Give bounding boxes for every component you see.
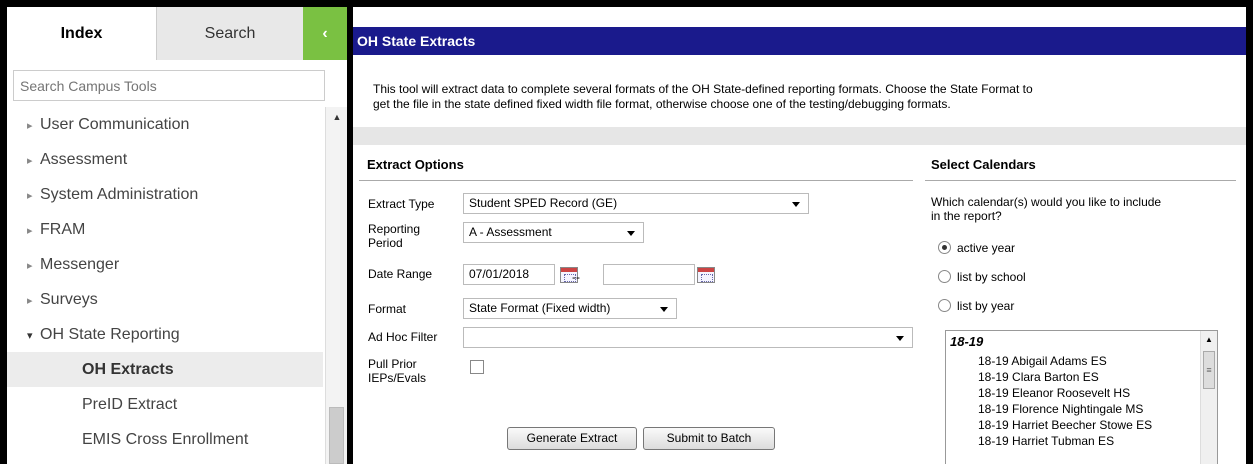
section-divider <box>353 127 1246 145</box>
calendar-list-item[interactable]: 18-19 Florence Nightingale MS <box>978 402 1143 416</box>
extract-type-select[interactable]: Student SPED Record (GE) <box>463 193 809 214</box>
sidebar-tabs: Index Search ‹ <box>7 7 347 60</box>
reporting-period-label: Reporting Period <box>368 222 420 250</box>
chevron-down-icon: ▾ <box>27 330 33 342</box>
sidebar-item-oh-state-reporting[interactable]: ▾ OH State Reporting <box>7 317 323 352</box>
radio-label: list by school <box>957 270 1026 284</box>
sidebar-item-fram[interactable]: ▸ FRAM <box>7 212 323 247</box>
question-line: Which calendar(s) would you like to incl… <box>931 195 1162 209</box>
listbox-scrollbar[interactable]: ▲ ≡ <box>1200 331 1217 464</box>
radio-label: active year <box>957 241 1016 255</box>
sidebar-item-label: OH State Reporting <box>40 326 180 343</box>
calendar-icon[interactable] <box>697 267 715 283</box>
radio-list-by-year[interactable]: list by year <box>938 298 1014 314</box>
calendar-list-item[interactable]: 18-19 Eleanor Roosevelt HS <box>978 386 1130 400</box>
date-start-input[interactable]: 07/01/2018 <box>463 264 555 285</box>
date-end-input[interactable] <box>603 264 695 285</box>
sidebar-item-system-administration[interactable]: ▸ System Administration <box>7 177 323 212</box>
calendar-list-item[interactable]: 18-19 Harriet Beecher Stowe ES <box>978 418 1152 432</box>
sidebar-item-label: User Communication <box>40 116 190 133</box>
chevron-down-icon <box>896 336 904 341</box>
tab-search[interactable]: Search <box>157 7 303 60</box>
sidebar-scrollbar[interactable]: ▲ <box>325 107 347 464</box>
sidebar-item-label: System Administration <box>40 186 199 203</box>
ad-hoc-filter-select[interactable] <box>463 327 913 348</box>
radio-unselected-icon[interactable] <box>938 270 951 283</box>
chevron-right-icon: ▸ <box>27 295 33 307</box>
question-line: in the report? <box>931 209 1002 223</box>
divider <box>359 180 913 181</box>
calendar-list-item[interactable]: 18-19 Abigail Adams ES <box>978 354 1107 368</box>
pull-prior-label: Pull Prior IEPs/Evals <box>368 357 426 385</box>
scroll-up-icon[interactable]: ▲ <box>326 107 347 127</box>
scroll-up-icon[interactable]: ▲ <box>1201 331 1217 349</box>
chevron-down-icon <box>627 231 635 236</box>
chevron-down-icon <box>792 202 800 207</box>
chevron-right-icon: ▸ <box>27 120 33 132</box>
extract-type-label: Extract Type <box>368 197 435 211</box>
scroll-thumb[interactable]: ≡ <box>1203 351 1215 389</box>
radio-unselected-icon[interactable] <box>938 299 951 312</box>
radio-list-by-school[interactable]: list by school <box>938 269 1026 285</box>
format-select[interactable]: State Format (Fixed width) <box>463 298 677 319</box>
extract-options-title: Extract Options <box>367 157 464 172</box>
scroll-thumb[interactable] <box>329 407 344 464</box>
calendar-list-item[interactable]: 18-19 Clara Barton ES <box>978 370 1099 384</box>
submit-to-batch-button[interactable]: Submit to Batch <box>643 427 775 450</box>
label-line: Period <box>368 236 403 250</box>
search-campus-tools-input[interactable] <box>13 70 325 101</box>
sidebar-subitem-emis-cross-enrollment[interactable]: EMIS Cross Enrollment <box>7 422 323 457</box>
chevron-right-icon: ▸ <box>27 155 33 167</box>
chevron-right-icon: ▸ <box>27 190 33 202</box>
divider <box>925 180 1236 181</box>
extract-type-value: Student SPED Record (GE) <box>469 196 618 210</box>
sidebar-nav: ▸ User Communication ▸ Assessment ▸ System … <box>7 107 323 457</box>
sidebar-item-label: Assessment <box>40 151 128 168</box>
description-line: This tool will extract data to complete … <box>373 82 1033 96</box>
sidebar: Index Search ‹ ▸ User Communication ▸ Asse… <box>7 7 347 464</box>
calendar-listbox[interactable]: 18-19 18-19 Abigail Adams ES 18-19 Clara… <box>945 330 1218 464</box>
sidebar-item-assessment[interactable]: ▸ Assessment <box>7 142 323 177</box>
chevron-down-icon <box>660 307 668 312</box>
label-line: Pull Prior <box>368 357 417 371</box>
select-calendars-title: Select Calendars <box>931 157 1036 172</box>
sidebar-item-messenger[interactable]: ▸ Messenger <box>7 247 323 282</box>
collapse-sidebar-button[interactable]: ‹ <box>303 7 347 60</box>
ad-hoc-filter-label: Ad Hoc Filter <box>368 330 438 344</box>
calendar-question: Which calendar(s) would you like to incl… <box>931 195 1231 223</box>
format-label: Format <box>368 302 407 316</box>
sidebar-subitem-oh-extracts[interactable]: OH Extracts <box>7 352 323 387</box>
sidebar-item-user-communication[interactable]: ▸ User Communication <box>7 107 323 142</box>
sidebar-item-surveys[interactable]: ▸ Surveys <box>7 282 323 317</box>
calendar-year-group: 18-19 <box>950 334 984 349</box>
main-panel: OH State Extracts This tool will extract… <box>353 7 1246 464</box>
chevron-left-icon: ‹ <box>322 25 328 42</box>
calendar-list-item[interactable]: 18-19 Harriet Tubman ES <box>978 434 1114 448</box>
date-separator: -- <box>572 270 580 284</box>
label-line: Reporting <box>368 222 421 236</box>
sidebar-item-label: Messenger <box>40 256 120 273</box>
page-title: OH State Extracts <box>353 27 1246 55</box>
sidebar-item-label: FRAM <box>40 221 86 238</box>
chevron-right-icon: ▸ <box>27 225 33 237</box>
radio-label: list by year <box>957 299 1015 313</box>
generate-extract-button[interactable]: Generate Extract <box>507 427 637 450</box>
tool-description: This tool will extract data to complete … <box>373 82 1233 112</box>
sidebar-item-label: Surveys <box>40 291 98 308</box>
pull-prior-checkbox[interactable] <box>470 360 484 374</box>
reporting-period-select[interactable]: A - Assessment <box>463 222 644 243</box>
label-line: IEPs/Evals <box>368 371 427 385</box>
description-line: get the file in the state defined fixed … <box>373 97 951 111</box>
format-value: State Format (Fixed width) <box>469 301 611 315</box>
tab-index[interactable]: Index <box>7 7 157 60</box>
reporting-period-value: A - Assessment <box>469 225 552 239</box>
chevron-right-icon: ▸ <box>27 260 33 272</box>
radio-active-year[interactable]: active year <box>938 240 1015 256</box>
radio-selected-icon[interactable] <box>938 241 951 254</box>
date-range-label: Date Range <box>368 267 433 281</box>
sidebar-subitem-preid-extract[interactable]: PreID Extract <box>7 387 323 422</box>
